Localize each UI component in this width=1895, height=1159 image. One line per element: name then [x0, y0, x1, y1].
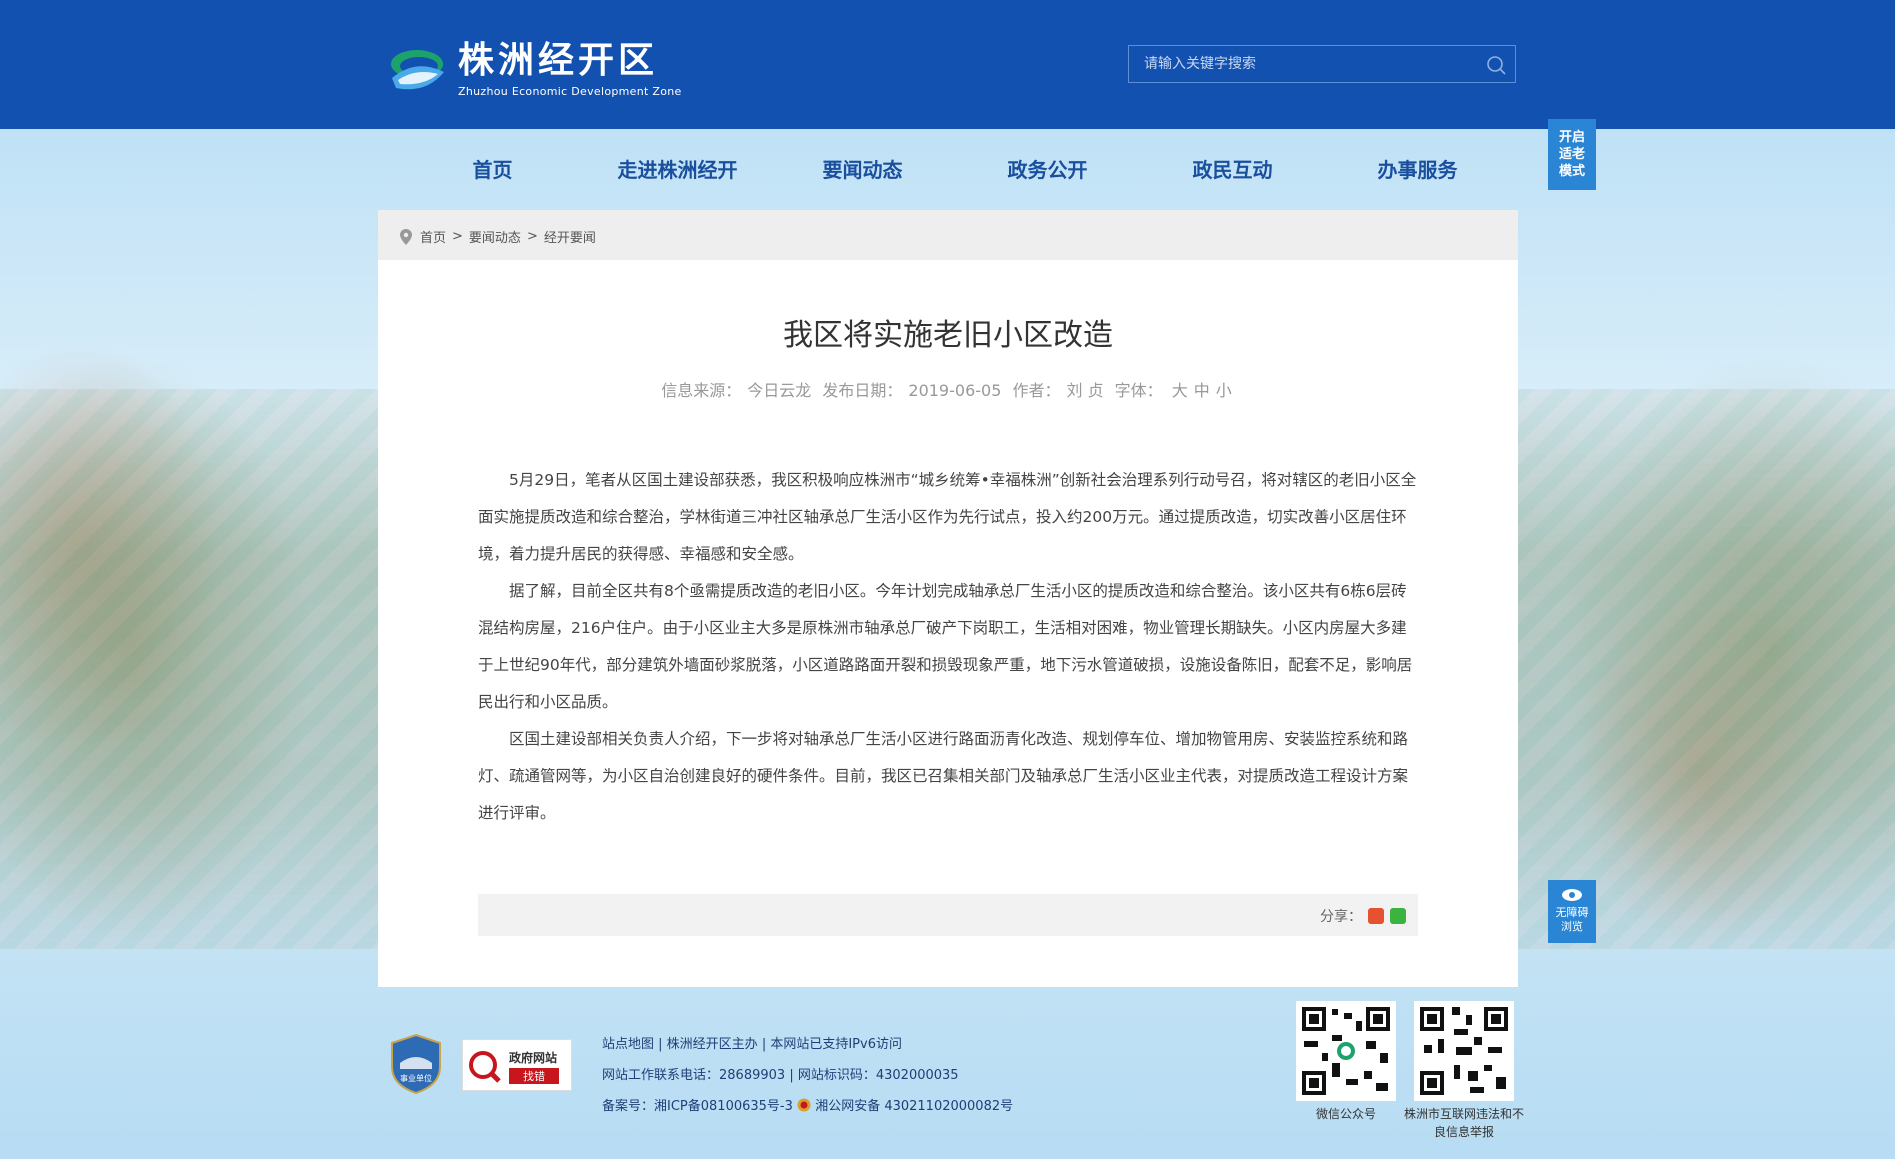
breadcrumb-separator: > — [526, 229, 538, 244]
share-label: 分享： — [1320, 909, 1362, 925]
author-label: 作者： — [1012, 381, 1061, 400]
gov-site-label-bottom: 找错 — [523, 1069, 545, 1083]
badge-text: 事业单位 — [400, 1073, 432, 1083]
nav-item-about[interactable]: 走进株洲经开 — [585, 155, 770, 185]
article-paragraph: 5月29日，笔者从区国土建设部获悉，我区积极响应株洲市“城乡统筹•幸福株洲”创新… — [478, 471, 1417, 563]
article-meta: 信息来源： 今日云龙 发布日期： 2019-06-05 作者： 刘 贞 字体： 大中小 — [378, 377, 1518, 401]
breadcrumb-home[interactable]: 首页 — [420, 227, 446, 246]
accessibility-label-1: 无障碍 — [1555, 906, 1589, 919]
scenery-right — [1515, 389, 1895, 949]
report-qr-code — [1414, 1001, 1514, 1101]
nav-item-interaction[interactable]: 政民互动 — [1140, 155, 1325, 185]
font-size-small[interactable]: 小 — [1216, 381, 1232, 400]
site-logo[interactable]: 株洲经开区 Zhuzhou Economic Development Zone — [386, 38, 682, 100]
elder-mode-button[interactable]: 开启 适老 模式 — [1548, 119, 1596, 190]
breadcrumb-current[interactable]: 经开要闻 — [544, 227, 596, 246]
sitemap-link[interactable]: 站点地图 — [602, 1037, 654, 1052]
wechat-qr-code — [1296, 1001, 1396, 1101]
nav-item-home[interactable]: 首页 — [400, 155, 585, 185]
breadcrumb: 首页 > 要闻动态 > 经开要闻 — [378, 210, 1518, 260]
footer-info: 站点地图 | 株洲经开区主办 | 本网站已支持IPv6访问 网站工作联系电话：2… — [602, 1037, 1014, 1114]
footer: 事业单位 政府网站 找错 站点地图 | 株洲经开区主办 | 本网站已支持IPv6… — [378, 995, 1524, 1155]
nav-item-gov-info[interactable]: 政务公开 — [955, 155, 1140, 185]
scenery-left — [0, 389, 380, 949]
author-value: 刘 贞 — [1066, 381, 1104, 400]
icp-link[interactable]: 湘ICP备08100635号-3 — [654, 1099, 793, 1114]
gov-site-error-report-badge[interactable]: 政府网站 找错 — [462, 1039, 572, 1091]
elder-mode-label-2: 适老 — [1558, 147, 1585, 162]
date-label: 发布日期： — [822, 381, 903, 400]
article-title: 我区将实施老旧小区改造 — [783, 318, 1113, 353]
wechat-icon[interactable] — [1390, 908, 1406, 924]
weibo-icon[interactable] — [1368, 908, 1384, 924]
icp-label: 备案号： — [602, 1099, 655, 1114]
font-size-label: 字体： — [1114, 381, 1163, 400]
article-paragraph: 据了解，目前全区共有8个亟需提质改造的老旧小区。今年计划完成轴承总厂生活小区的提… — [478, 582, 1413, 711]
police-record-link[interactable]: 湘公网安备 43021102000082号 — [815, 1099, 1013, 1114]
wechat-qr-caption: 微信公众号 — [1315, 1107, 1376, 1121]
article-paragraph: 区国土建设部相关负责人介绍，下一步将对轴承总厂生活小区进行路面沥青化改造、规划停… — [478, 730, 1409, 822]
accessibility-label-2: 浏览 — [1561, 920, 1583, 933]
gov-site-label-top: 政府网站 — [509, 1050, 557, 1065]
article-body: 5月29日，笔者从区国土建设部获悉，我区积极响应株洲市“城乡统筹•幸福株洲”创新… — [478, 462, 1418, 832]
font-size-large[interactable]: 大 — [1172, 381, 1188, 400]
search-box — [1128, 45, 1516, 83]
location-pin-icon — [400, 228, 412, 245]
elder-mode-label-1: 开启 — [1558, 130, 1585, 145]
site-id-label: 网站标识码： — [797, 1068, 876, 1083]
site-id-value: 4302000035 — [875, 1068, 959, 1083]
police-emblem-icon — [797, 1098, 811, 1112]
font-size-medium[interactable]: 中 — [1194, 381, 1210, 400]
date-value: 2019-06-05 — [908, 381, 1002, 400]
host-text: 株洲经开区主办 — [666, 1037, 758, 1052]
search-input[interactable] — [1129, 46, 1469, 82]
elder-mode-label-3: 模式 — [1558, 164, 1585, 179]
logo-mark-icon — [386, 38, 448, 100]
article-panel: 首页 > 要闻动态 > 经开要闻 我区将实施老旧小区改造 信息来源： 今日云龙 发… — [378, 210, 1518, 987]
site-name-cn: 株洲经开区 — [458, 39, 659, 81]
nav-item-services[interactable]: 办事服务 — [1325, 155, 1510, 185]
ipv6-text: 本网站已支持IPv6访问 — [770, 1037, 902, 1052]
phone-label: 网站工作联系电话： — [602, 1068, 720, 1083]
public-institution-badge[interactable]: 事业单位 — [390, 1033, 442, 1095]
breadcrumb-separator: > — [452, 229, 463, 244]
nav-item-news[interactable]: 要闻动态 — [770, 155, 955, 185]
share-bar: 分享： — [478, 894, 1418, 936]
search-icon[interactable] — [1485, 54, 1507, 76]
breadcrumb-news[interactable]: 要闻动态 — [469, 227, 521, 246]
main-nav: 首页 走进株洲经开 要闻动态 政务公开 政民互动 办事服务 — [400, 155, 1510, 185]
site-name-en: Zhuzhou Economic Development Zone — [458, 84, 682, 98]
report-qr-caption: 株洲市互联网违法和不良信息举报 — [1404, 1107, 1525, 1139]
accessibility-button[interactable]: 无障碍 浏览 — [1548, 880, 1596, 943]
header: 株洲经开区 Zhuzhou Economic Development Zone — [0, 0, 1895, 129]
source-value: 今日云龙 — [747, 381, 812, 400]
eye-icon — [1562, 889, 1582, 901]
source-label: 信息来源： — [661, 381, 742, 400]
phone-value: 28689903 — [719, 1068, 786, 1083]
